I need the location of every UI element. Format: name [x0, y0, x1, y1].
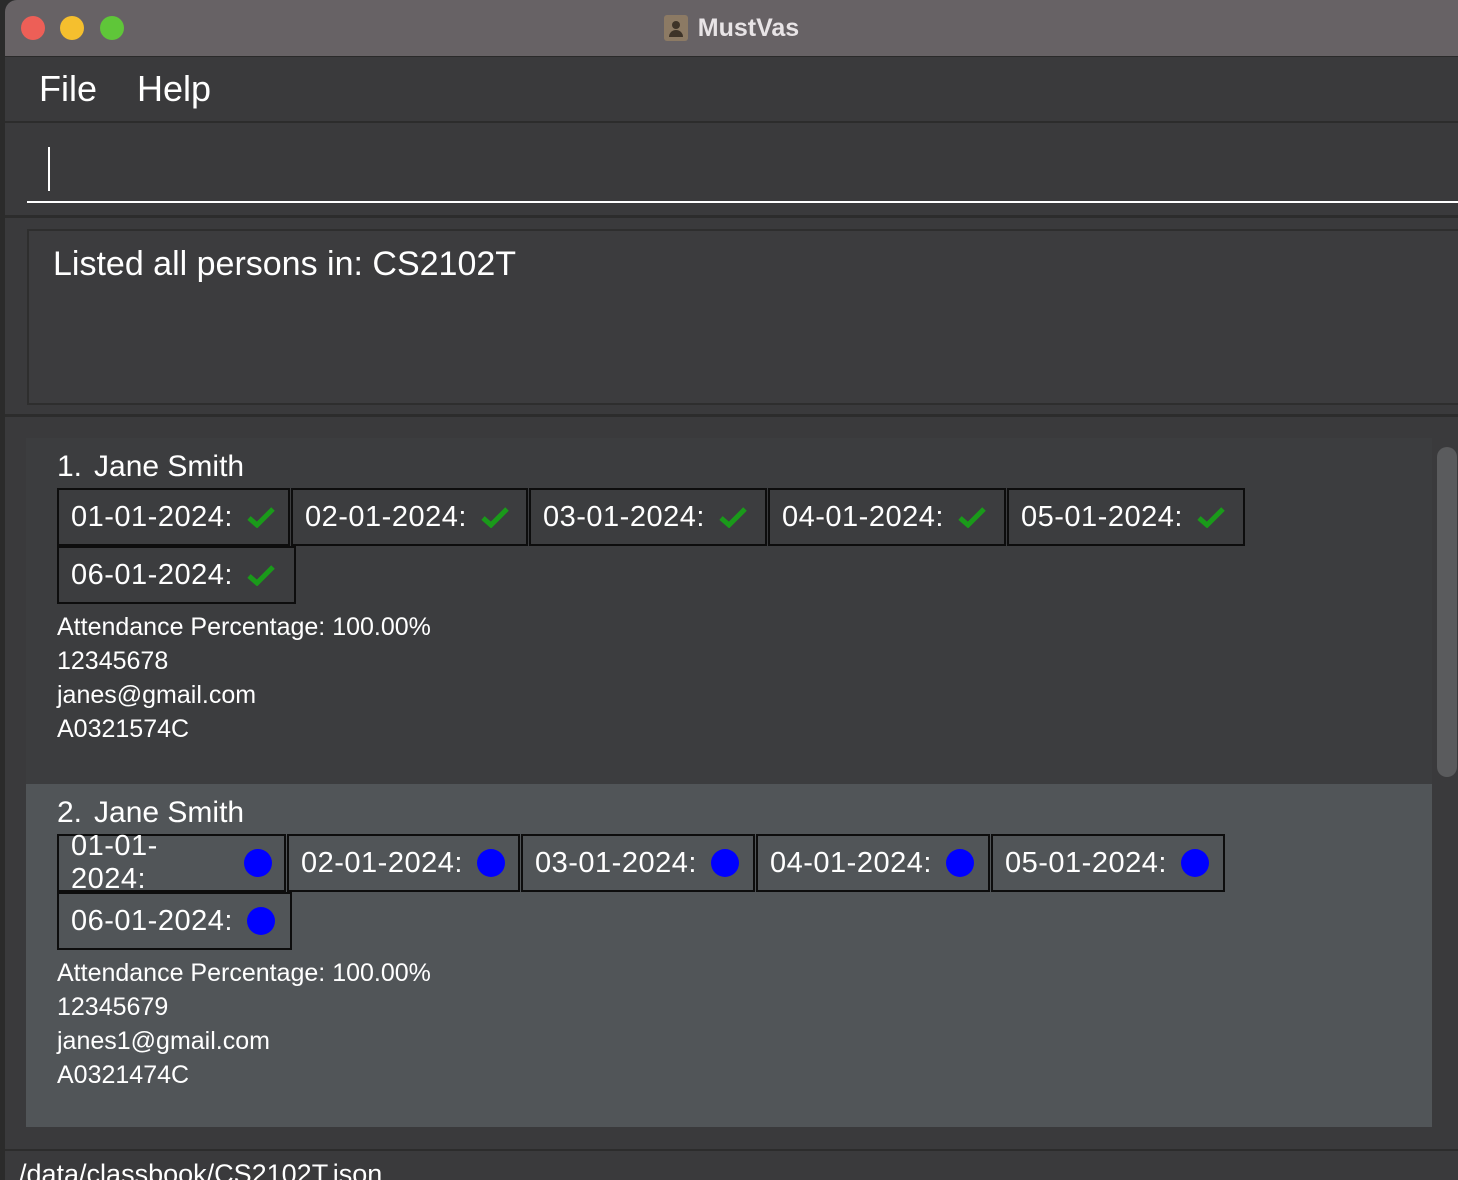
- check-icon: [1197, 507, 1225, 528]
- check-icon: [481, 507, 509, 528]
- command-box: [5, 123, 1458, 218]
- attendance-row: 06-01-2024:: [57, 892, 1432, 950]
- attendance-chip: 05-01-2024:: [1007, 488, 1245, 546]
- attendance-date: 06-01-2024:: [71, 904, 233, 937]
- attendance-date: 06-01-2024:: [71, 558, 233, 591]
- attendance-date: 04-01-2024:: [770, 846, 932, 879]
- person-phone: 12345679: [57, 993, 169, 1021]
- check-icon: [247, 565, 275, 586]
- check-icon: [958, 507, 986, 528]
- person-email: janes1@gmail.com: [57, 1027, 270, 1055]
- attendance-chip: 02-01-2024:: [287, 834, 520, 892]
- menu-bar: File Help: [5, 57, 1458, 123]
- person-index: 2.: [57, 796, 83, 829]
- attendance-row: 01-01-2024: 02-01-2024: 03-01-2024: 04-0…: [57, 488, 1432, 546]
- person-index: 1.: [57, 450, 83, 483]
- person-card[interactable]: 2. Jane Smith 01-01-2024: 02-01-2024: 03-…: [26, 784, 1432, 1127]
- attendance-chip: 05-01-2024:: [991, 834, 1225, 892]
- person-name-line: 1. Jane Smith: [57, 450, 1432, 488]
- attendance-date: 05-01-2024:: [1005, 846, 1167, 879]
- attendance-chip: 06-01-2024:: [57, 892, 292, 950]
- person-name-line: 2. Jane Smith: [57, 796, 1432, 834]
- app-icon: [663, 15, 688, 41]
- attendance-date: 01-01-2024:: [71, 500, 233, 533]
- attendance-chip: 04-01-2024:: [768, 488, 1006, 546]
- attendance-date: 01-01-2024:: [71, 830, 158, 895]
- attendance-date: 02-01-2024:: [305, 500, 467, 533]
- attendance-chip: 02-01-2024:: [291, 488, 528, 546]
- text-caret: [48, 147, 50, 191]
- person-name: Jane Smith: [94, 796, 245, 829]
- attendance-percentage: Attendance Percentage: 100.00%: [57, 959, 431, 987]
- menu-help[interactable]: Help: [137, 68, 211, 110]
- attendance-row: 06-01-2024:: [57, 546, 1432, 604]
- window-title: MustVas: [697, 13, 800, 42]
- attendance-percentage: Attendance Percentage: 100.00%: [57, 613, 431, 641]
- person-list[interactable]: 1. Jane Smith 01-01-2024: 02-01-2024: 03-…: [5, 417, 1458, 1149]
- blue-dot-icon: [476, 849, 505, 877]
- person-card[interactable]: 1. Jane Smith 01-01-2024: 02-01-2024: 03-…: [26, 438, 1432, 784]
- blue-dot-icon: [1180, 849, 1209, 877]
- result-box: Listed all persons in: CS2102T: [27, 229, 1458, 405]
- attendance-chip: 01-01-2024:: [57, 830, 286, 895]
- person-phone: 12345678: [57, 647, 169, 675]
- attendance-date: 04-01-2024:: [782, 500, 944, 533]
- status-bar: /data/classbook/CS2102T.json: [5, 1149, 1458, 1180]
- person-student-id: A0321474C: [57, 1061, 190, 1089]
- person-student-id: A0321574C: [57, 715, 190, 743]
- list-scrollbar[interactable]: [1437, 447, 1457, 777]
- check-icon: [719, 507, 747, 528]
- result-message: Listed all persons in: CS2102T: [53, 245, 517, 283]
- attendance-date: 05-01-2024:: [1021, 500, 1183, 533]
- blue-dot-icon: [945, 849, 974, 877]
- save-file-path: /data/classbook/CS2102T.json: [19, 1159, 383, 1180]
- attendance-date: 03-01-2024:: [543, 500, 705, 533]
- blue-dot-icon: [710, 849, 739, 877]
- attendance-chip: 03-01-2024:: [521, 834, 755, 892]
- blue-dot-icon: [244, 849, 272, 877]
- attendance-chip: 06-01-2024:: [57, 546, 296, 604]
- attendance-chip: 01-01-2024:: [57, 488, 290, 546]
- attendance-date: 02-01-2024:: [301, 846, 463, 879]
- menu-file[interactable]: File: [39, 68, 97, 110]
- attendance-date: 03-01-2024:: [535, 846, 697, 879]
- attendance-chip: 04-01-2024:: [756, 834, 990, 892]
- attendance-chip: 03-01-2024:: [529, 488, 767, 546]
- attendance-row: 01-01-2024: 02-01-2024: 03-01-2024: 04-0…: [57, 830, 1432, 895]
- check-icon: [247, 507, 275, 528]
- command-input[interactable]: [27, 123, 1458, 203]
- blue-dot-icon: [246, 907, 275, 935]
- person-name: Jane Smith: [94, 450, 245, 483]
- app-window: MustVas File Help Listed all persons in:…: [5, 0, 1458, 1180]
- title-bar: MustVas: [5, 0, 1458, 57]
- person-email: janes@gmail.com: [57, 681, 257, 709]
- result-display: Listed all persons in: CS2102T: [5, 218, 1458, 417]
